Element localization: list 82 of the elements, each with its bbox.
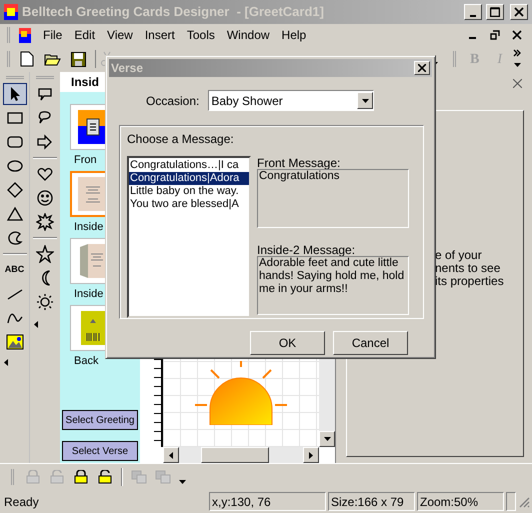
inside-message-box: Adorable feet and cute little hands! Saying hold me, hold me in your arms!!: [257, 256, 409, 315]
status-text: x,y:130, 76: [209, 492, 326, 511]
front-message-label: Front Message:: [257, 156, 342, 170]
menu-item[interactable]: Window: [220, 26, 276, 44]
app-icon: [4, 4, 18, 20]
panel-header: Insid: [71, 74, 100, 91]
status-panel: [506, 492, 516, 511]
smiley-icon: [36, 189, 54, 207]
crescent-shape-icon: [6, 229, 24, 247]
lock-icon[interactable]: [73, 470, 89, 484]
shape-button[interactable]: [33, 243, 57, 265]
document-icon: [19, 28, 31, 42]
page-label: Inside: [74, 220, 104, 234]
close-button[interactable]: [414, 61, 430, 75]
menu-item[interactable]: Edit: [68, 26, 102, 44]
dropdown-arrow-icon[interactable]: [179, 480, 186, 484]
close-icon: [514, 7, 524, 17]
scroll-right-icon[interactable]: [309, 452, 313, 458]
status-text: Ready: [3, 494, 40, 510]
scroll-left-icon[interactable]: [34, 321, 38, 328]
front-message-box: Congratulations: [257, 169, 409, 228]
menu-item[interactable]: View: [101, 26, 139, 44]
scroll-left-icon[interactable]: [169, 452, 173, 458]
help-text: its properties: [435, 275, 505, 288]
message-list[interactable]: Congratulations…|I ca Congratulations|Adora Little baby on the way. You two are blessed|A: [127, 156, 251, 318]
maximize-icon: [490, 7, 500, 17]
arrow-icon: [36, 133, 54, 151]
card-inside-thumbnail-icon: [78, 177, 108, 211]
page-label: Fron: [74, 153, 97, 167]
minimize-button[interactable]: [464, 4, 482, 20]
dialog-button[interactable]: Cancel: [333, 331, 408, 355]
shape-button[interactable]: [33, 211, 57, 233]
page-label: Inside: [74, 287, 104, 301]
open-folder-icon[interactable]: [44, 52, 61, 66]
dialog-button[interactable]: OK: [250, 331, 325, 355]
triangle-icon: [6, 205, 24, 223]
burst-icon: [36, 213, 54, 231]
star-icon: [36, 245, 54, 263]
close-icon: [418, 64, 426, 72]
menu-item[interactable]: File: [37, 26, 68, 44]
select-button[interactable]: Select Verse: [62, 441, 138, 461]
close-button[interactable]: [510, 4, 528, 20]
help-text: nents to see: [435, 262, 502, 275]
new-file-icon[interactable]: [20, 51, 34, 67]
message-item[interactable]: Congratulations…|I ca: [129, 159, 249, 172]
horizontal-scrollbar[interactable]: [163, 447, 319, 463]
inside-message-label: Inside-2 Message:: [257, 243, 356, 257]
minimize-icon: [470, 14, 476, 16]
restore-icon[interactable]: [490, 30, 500, 40]
heart-icon: [36, 165, 54, 183]
image-icon: [6, 333, 24, 351]
group-label: Choose a Message:: [127, 132, 235, 146]
dialog-title: Verse: [111, 60, 144, 77]
menu-item[interactable]: Help: [276, 26, 312, 44]
select-button[interactable]: Select Greeting: [62, 410, 138, 430]
moon-icon: [40, 270, 50, 286]
occasion-dropdown[interactable]: Baby Shower: [208, 90, 374, 111]
save-icon[interactable]: [71, 52, 86, 66]
unlock-icon[interactable]: [97, 470, 113, 484]
card-inside-thumbnail-icon: [80, 244, 106, 278]
maximize-button[interactable]: [486, 4, 504, 20]
occasion-label: Occasion:: [146, 92, 200, 110]
text-tool[interactable]: ABC: [2, 259, 26, 281]
status-text: Size:166 x 79: [328, 492, 415, 511]
card-back-thumbnail-icon: [81, 311, 105, 345]
menu-item[interactable]: Tools: [180, 26, 221, 44]
message-item[interactable]: Congratulations|Adora: [129, 172, 249, 185]
page-label: Back: [74, 354, 98, 368]
dropdown-arrow-icon: [362, 98, 369, 102]
message-item[interactable]: Little baby on the way.: [129, 185, 249, 198]
close-icon[interactable]: [512, 30, 522, 40]
card-front-thumbnail-icon: [78, 110, 108, 144]
menu-item[interactable]: Insert: [138, 26, 181, 44]
scroll-down-icon[interactable]: [324, 437, 330, 441]
sun-icon: [36, 293, 54, 311]
scroll-left-icon[interactable]: [4, 359, 8, 366]
status-text: Zoom:50%: [417, 492, 504, 511]
message-item[interactable]: You two are blessed|A: [129, 198, 249, 211]
resize-grip-icon[interactable]: [518, 496, 530, 508]
more-icon[interactable]: [513, 49, 522, 69]
tool-button[interactable]: [2, 83, 26, 105]
diamond-icon: [6, 181, 24, 199]
